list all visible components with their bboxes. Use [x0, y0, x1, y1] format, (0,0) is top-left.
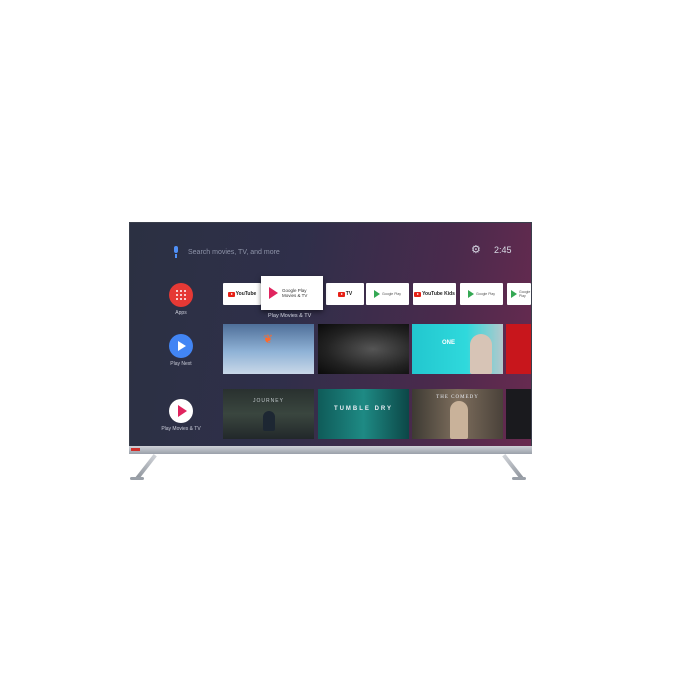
content-tile[interactable]: TUMBLE DRY	[318, 389, 409, 439]
content-tile[interactable]: ❦	[223, 324, 314, 374]
rail-label-play-next: Play Next	[170, 361, 192, 367]
app-tile-youtube[interactable]: YouTube	[223, 283, 261, 305]
rail-label-play-movies: Play Movies & TV	[161, 426, 201, 432]
brand-logo	[131, 448, 140, 451]
gear-icon[interactable]: ⚙	[471, 245, 481, 256]
rail-item-apps[interactable]: Apps	[161, 283, 201, 316]
app-tile-google-play-2[interactable]: Google Play	[460, 283, 503, 305]
tv-bezel	[129, 446, 532, 454]
search-bar[interactable]: Search movies, TV, and more	[172, 246, 280, 258]
rail-item-play-next[interactable]: Play Next	[161, 334, 201, 367]
tv-foot-left	[130, 477, 144, 480]
featured-line2: Movies & TV	[282, 293, 308, 298]
google-play-logo-icon	[467, 290, 474, 298]
focused-app-caption: Play Movies & TV	[268, 313, 312, 319]
google-play-logo-icon	[511, 290, 517, 298]
google-play-logo-icon	[373, 290, 380, 298]
rail-label-apps: Apps	[175, 310, 187, 316]
person-image	[263, 411, 275, 431]
tv-foot-right	[512, 477, 526, 480]
clock: 2:45	[494, 245, 512, 255]
play-movies-icon	[269, 287, 278, 299]
person-image	[470, 334, 492, 374]
app-tile-youtube-kids[interactable]: YouTube Kids	[413, 283, 456, 305]
search-placeholder: Search movies, TV, and more	[188, 248, 280, 256]
microphone-icon[interactable]	[172, 246, 180, 258]
featured-line1: Google Play	[282, 287, 307, 293]
youtube-logo-icon	[227, 291, 235, 297]
app-tile-google-play-3[interactable]: Google Play	[507, 283, 531, 305]
app-tile-google-play[interactable]: Google Play	[366, 283, 409, 305]
youtube-kids-logo-icon	[414, 291, 422, 297]
app-tile-youtube-tv[interactable]: TV	[326, 283, 364, 305]
youtube-tv-logo-icon	[337, 291, 345, 297]
app-tile-play-movies-focused[interactable]: Google Play Movies & TV	[261, 276, 323, 310]
content-tile[interactable]	[318, 324, 409, 374]
content-tile[interactable]: THE COMEDY	[412, 389, 503, 439]
butterfly-icon: ❦	[263, 332, 274, 346]
content-tile[interactable]	[506, 324, 531, 374]
content-tile[interactable]: ONE	[412, 324, 503, 374]
play-icon	[169, 334, 193, 358]
tile-title: ONE	[442, 340, 456, 346]
content-tile[interactable]: JOURNEY	[223, 389, 314, 439]
play-movies-icon	[169, 399, 193, 423]
television: Search movies, TV, and more ⚙ 2:45 Apps …	[129, 222, 532, 454]
android-tv-home-screen: Search movies, TV, and more ⚙ 2:45 Apps …	[130, 223, 531, 446]
content-tile[interactable]	[506, 389, 531, 439]
rail-item-play-movies[interactable]: Play Movies & TV	[155, 399, 207, 432]
person-image	[450, 401, 468, 439]
apps-grid-icon	[169, 283, 193, 307]
